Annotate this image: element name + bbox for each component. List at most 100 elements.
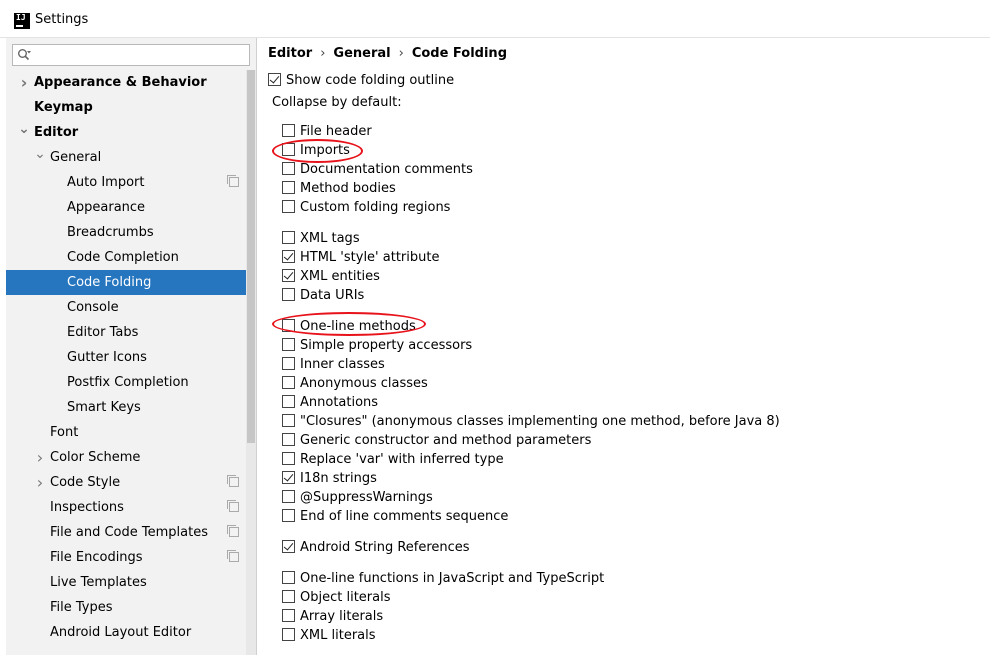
folding-option[interactable]: File header <box>282 123 372 141</box>
sidebar-item-appearance-behavior[interactable]: › Appearance & Behavior <box>6 70 246 95</box>
folding-option[interactable]: Method bodies <box>282 180 396 198</box>
folding-option[interactable]: One-line functions in JavaScript and Typ… <box>282 570 604 588</box>
folding-option-label: XML tags <box>300 231 360 246</box>
sidebar-item-smart-keys[interactable]: Smart Keys <box>6 395 246 420</box>
folding-option-checkbox[interactable] <box>282 319 295 332</box>
sidebar-item-gutter-icons[interactable]: Gutter Icons <box>6 345 246 370</box>
sidebar-item-live-templates[interactable]: Live Templates <box>6 570 246 595</box>
folding-option-checkbox[interactable] <box>282 414 295 427</box>
sidebar-scrollbar[interactable] <box>246 70 256 655</box>
folding-option[interactable]: Object literals <box>282 589 391 607</box>
folding-option[interactable]: One-line methods <box>282 318 416 336</box>
breadcrumb-item[interactable]: Editor <box>268 46 312 61</box>
folding-option[interactable]: HTML 'style' attribute <box>282 249 439 267</box>
breadcrumb-item[interactable]: Code Folding <box>412 46 507 61</box>
folding-option-checkbox[interactable] <box>282 357 295 370</box>
folding-option-checkbox[interactable] <box>282 124 295 137</box>
sidebar-item-console[interactable]: Console <box>6 295 246 320</box>
folding-option[interactable]: Simple property accessors <box>282 337 472 355</box>
chevron-right-icon[interactable]: › <box>18 70 30 95</box>
sidebar-item-file-and-code-templates[interactable]: File and Code Templates <box>6 520 246 545</box>
folding-option[interactable]: @SuppressWarnings <box>282 489 433 507</box>
chevron-right-icon[interactable]: › <box>34 470 46 495</box>
folding-option[interactable]: XML entities <box>282 268 380 286</box>
sidebar-item-label: Appearance <box>67 200 146 215</box>
breadcrumb-item[interactable]: General <box>333 46 390 61</box>
folding-option-checkbox[interactable] <box>282 250 295 263</box>
folding-option[interactable]: Data URIs <box>282 287 364 305</box>
folding-option[interactable]: XML tags <box>282 230 360 248</box>
sidebar-item-label: File Encodings <box>50 550 143 565</box>
chevron-right-icon[interactable]: › <box>34 445 46 470</box>
folding-option-checkbox[interactable] <box>282 452 295 465</box>
folding-option[interactable]: Annotations <box>282 394 378 412</box>
sidebar-item-general[interactable]: ⌄ General <box>6 145 246 170</box>
sidebar-item-file-types[interactable]: File Types <box>6 595 246 620</box>
folding-option-checkbox[interactable] <box>282 395 295 408</box>
folding-option[interactable]: Array literals <box>282 608 383 626</box>
show-outline-checkbox[interactable] <box>268 73 281 86</box>
folding-option-checkbox[interactable] <box>282 200 295 213</box>
folding-option[interactable]: Android String References <box>282 539 470 557</box>
folding-option-checkbox[interactable] <box>282 376 295 389</box>
sidebar-item-inspections[interactable]: Inspections <box>6 495 246 520</box>
sidebar-item-breadcrumbs[interactable]: Breadcrumbs <box>6 220 246 245</box>
sidebar-item-editor-tabs[interactable]: Editor Tabs <box>6 320 246 345</box>
folding-option-checkbox[interactable] <box>282 231 295 244</box>
folding-option-checkbox[interactable] <box>282 490 295 503</box>
settings-tree: › Appearance & Behavior Keymap ⌄ Editor ⌄ Gene… <box>6 70 246 645</box>
folding-option-checkbox[interactable] <box>282 590 295 603</box>
folding-option-checkbox[interactable] <box>282 540 295 553</box>
sidebar-item-font[interactable]: Font <box>6 420 246 445</box>
folding-option[interactable]: XML literals <box>282 627 376 645</box>
sidebar-item-keymap[interactable]: Keymap <box>6 95 246 120</box>
folding-option[interactable]: Custom folding regions <box>282 199 450 217</box>
sidebar-item-editor[interactable]: ⌄ Editor <box>6 120 246 145</box>
search-input[interactable] <box>35 46 245 64</box>
show-outline-option[interactable]: Show code folding outline <box>268 72 454 90</box>
sidebar-item-postfix-completion[interactable]: Postfix Completion <box>6 370 246 395</box>
sidebar-scroll-thumb[interactable] <box>247 70 255 443</box>
chevron-down-icon[interactable]: ⌄ <box>18 120 30 145</box>
folding-option[interactable]: I18n strings <box>282 470 377 488</box>
sidebar-item-code-style[interactable]: › Code Style <box>6 470 246 495</box>
folding-option[interactable]: Inner classes <box>282 356 385 374</box>
folding-option-checkbox[interactable] <box>282 269 295 282</box>
folding-option-checkbox[interactable] <box>282 433 295 446</box>
folding-option[interactable]: Anonymous classes <box>282 375 428 393</box>
chevron-down-icon[interactable]: ⌄ <box>34 145 46 170</box>
sidebar-item-appearance[interactable]: Appearance <box>6 195 246 220</box>
search-box[interactable] <box>12 44 250 66</box>
sidebar-item-label: Color Scheme <box>50 450 141 465</box>
folding-option[interactable]: Generic constructor and method parameter… <box>282 432 591 450</box>
folding-option-checkbox[interactable] <box>282 162 295 175</box>
sidebar-item-android-layout-editor[interactable]: Android Layout Editor <box>6 620 246 645</box>
sidebar-item-label: Editor Tabs <box>67 325 139 340</box>
breadcrumb-separator: › <box>398 46 404 61</box>
code-folding-panel: Editor › General › Code Folding Show code fo… <box>258 38 990 655</box>
folding-option-checkbox[interactable] <box>282 181 295 194</box>
folding-option-label: End of line comments sequence <box>300 509 509 524</box>
folding-option[interactable]: "Closures" (anonymous classes implementi… <box>282 413 780 431</box>
folding-option[interactable]: End of line comments sequence <box>282 508 508 526</box>
folding-option[interactable]: Documentation comments <box>282 161 473 179</box>
folding-option-checkbox[interactable] <box>282 571 295 584</box>
folding-option-checkbox[interactable] <box>282 288 295 301</box>
folding-option-label: Android String References <box>300 540 470 555</box>
folding-option-checkbox[interactable] <box>282 338 295 351</box>
folding-option-checkbox[interactable] <box>282 509 295 522</box>
folding-option-label: One-line methods <box>300 319 416 334</box>
sidebar-item-color-scheme[interactable]: › Color Scheme <box>6 445 246 470</box>
folding-option-checkbox[interactable] <box>282 143 295 156</box>
search-icon[interactable] <box>17 48 31 62</box>
sidebar-item-file-encodings[interactable]: File Encodings <box>6 545 246 570</box>
folding-option-checkbox[interactable] <box>282 609 295 622</box>
sidebar-item-code-folding[interactable]: Code Folding <box>6 270 246 295</box>
folding-option-checkbox[interactable] <box>282 628 295 641</box>
folding-option[interactable]: Replace 'var' with inferred type <box>282 451 504 469</box>
folding-option[interactable]: Imports <box>282 142 350 160</box>
folding-option-checkbox[interactable] <box>282 471 295 484</box>
sidebar-item-auto-import[interactable]: Auto Import <box>6 170 246 195</box>
sidebar-item-code-completion[interactable]: Code Completion <box>6 245 246 270</box>
sidebar-item-label: Code Style <box>50 475 121 490</box>
